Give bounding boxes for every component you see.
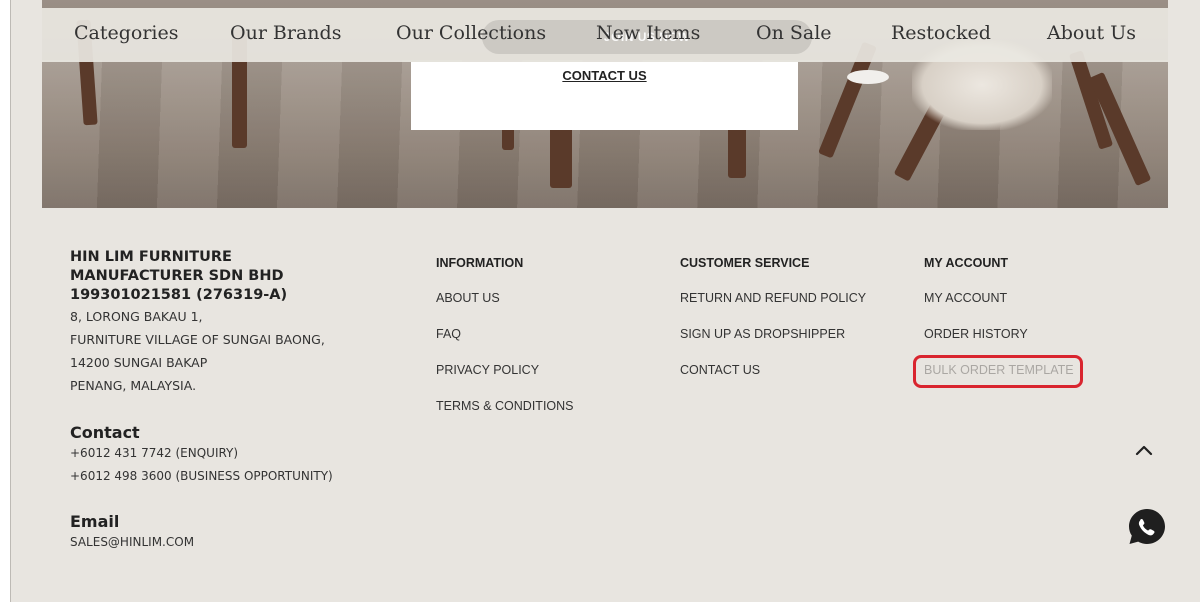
footer-link-terms-conditions[interactable]: TERMS & CONDITIONS (436, 399, 574, 413)
footer-link-dropshipper[interactable]: SIGN UP AS DROPSHIPPER (680, 327, 845, 341)
company-name-line2: MANUFACTURER SDN BHD (70, 268, 284, 284)
footer-link-faq[interactable]: FAQ (436, 327, 461, 341)
nav-item-our-brands[interactable]: Our Brands (230, 22, 341, 44)
address-line: PENANG, MALAYSIA. (70, 378, 197, 393)
address-line: 14200 SUNGAI BAKAP (70, 355, 208, 370)
highlight-annotation (913, 355, 1083, 388)
information-heading: INFORMATION (436, 256, 524, 270)
address-line: FURNITURE VILLAGE OF SUNGAI BAONG, (70, 332, 325, 347)
hero-contact-card: CONTACT US (411, 62, 798, 130)
address-line: 8, LORONG BAKAU 1, (70, 309, 203, 324)
email-address[interactable]: SALES@HINLIM.COM (70, 531, 370, 554)
customer-service-heading: CUSTOMER SERVICE (680, 256, 810, 270)
nav-item-restocked[interactable]: Restocked (891, 22, 991, 44)
footer-link-contact-us[interactable]: CONTACT US (680, 363, 760, 377)
top-navigation: JOIN US NOW Categories Our Brands Our Co… (42, 8, 1168, 62)
my-account-heading: MY ACCOUNT (924, 256, 1009, 270)
footer-link-order-history[interactable]: ORDER HISTORY (924, 327, 1028, 341)
hero-contact-us-link[interactable]: CONTACT US (411, 68, 798, 83)
company-name-line1: HIN LIM FURNITURE (70, 249, 232, 265)
contact-phone-business: +6012 498 3600 (BUSINESS OPPORTUNITY) (70, 469, 333, 483)
contact-phone-enquiry: +6012 431 7742 (ENQUIRY) (70, 446, 239, 460)
footer-company-column: HIN LIM FURNITURE MANUFACTURER SDN BHD 1… (70, 248, 370, 554)
footer-link-my-account[interactable]: MY ACCOUNT (924, 291, 1007, 305)
nav-item-on-sale[interactable]: On Sale (756, 22, 832, 44)
nav-item-new-items[interactable]: New Items (596, 22, 700, 44)
email-heading: Email (70, 512, 120, 531)
footer-link-privacy-policy[interactable]: PRIVACY POLICY (436, 363, 539, 377)
footer-link-about-us[interactable]: ABOUT US (436, 291, 500, 305)
company-reg-no: 199301021581 (276319-A) (70, 287, 288, 303)
nav-item-our-collections[interactable]: Our Collections (396, 22, 546, 44)
footer-link-return-refund[interactable]: RETURN AND REFUND POLICY (680, 291, 866, 305)
contact-heading: Contact (70, 423, 140, 442)
chevron-up-icon[interactable] (1132, 440, 1156, 460)
whatsapp-icon[interactable] (1126, 506, 1168, 548)
nav-item-about-us[interactable]: About Us (1047, 22, 1136, 44)
nav-item-categories[interactable]: Categories (74, 22, 179, 44)
